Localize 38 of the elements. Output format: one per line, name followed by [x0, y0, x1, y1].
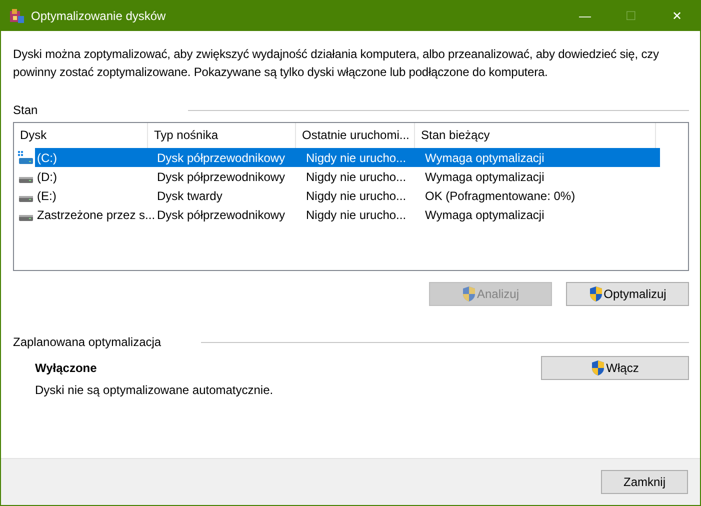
action-button[interactable]: Optymalizuj	[566, 282, 689, 306]
table-cell-text: Nigdy nie urucho...	[305, 208, 408, 222]
description-text: Dyski można zoptymalizować, aby zwiększyć wydajność działania komputera, albo przeanalizować, aby dowiedzieć się, czy powinny zostać zoptymalizowane. Pokazywane są tylko dyski włączone lub podłączone do komputera.	[13, 46, 660, 81]
table-cell-text: (D:)	[36, 170, 58, 184]
section-title: Zaplanowana optymalizacja	[13, 335, 162, 349]
drive-icon	[19, 196, 33, 202]
drive-row[interactable]: (E:) Dysk twardy Nigdy nie urucho... OK (Pofragmentowane: 0%)	[35, 186, 660, 205]
shield-icon	[462, 286, 476, 302]
table-cell-text: Nigdy nie urucho...	[305, 188, 408, 202]
defrag-icon	[9, 8, 25, 24]
table-cell-text: Wymaga optymalizacji	[424, 150, 546, 164]
table-cell-text: Dysk twardy	[156, 188, 224, 202]
schedule-state: Wyłączone	[35, 361, 98, 375]
table-cell-text: OK (Pofragmentowane: 0%)	[424, 188, 576, 202]
table-cell-text: (E:)	[36, 188, 58, 202]
window-title: Optymalizowanie dysków	[31, 8, 166, 22]
section-title: Stan	[13, 103, 38, 117]
shield-icon	[591, 360, 606, 376]
table-cell-text: Dysk półprzewodnikowy	[156, 170, 286, 184]
table-cell-text: (C:)	[36, 150, 58, 164]
table-cell-text: Wymaga optymalizacji	[424, 170, 546, 184]
schedule-note: Dyski nie są optymalizowane automatycznie.	[35, 383, 274, 397]
drive-row[interactable]: Zastrzeżone przez s... Dysk półprzewodnikowy Nigdy nie urucho... Wymaga optymalizacji	[35, 205, 660, 224]
drive-row[interactable]: (D:) Dysk półprzewodnikowy Nigdy nie urucho... Wymaga optymalizacji	[35, 167, 660, 186]
system-drive-icon	[18, 151, 33, 164]
table-cell-text: Wymaga optymalizacji	[424, 208, 546, 222]
table-cell-text: Nigdy nie urucho...	[305, 150, 408, 164]
window-control-button[interactable]: —	[562, 0, 608, 31]
window-control-button[interactable]: ✕	[654, 0, 700, 31]
table-cell-text: Zastrzeżone przez s...	[36, 208, 152, 222]
table-cell-text: Dysk półprzewodnikowy	[156, 150, 286, 164]
table-cell-text: Nigdy nie urucho...	[305, 170, 408, 184]
shield-icon	[588, 286, 603, 302]
drive-icon	[19, 215, 33, 221]
drive-row[interactable]: (C:) Dysk półprzewodnikowy Nigdy nie urucho... Wymaga optymalizacji	[35, 148, 660, 167]
drive-icon	[19, 177, 33, 183]
enable-button[interactable]: Włącz	[541, 356, 689, 380]
close-button[interactable]: Zamknij	[601, 470, 688, 494]
